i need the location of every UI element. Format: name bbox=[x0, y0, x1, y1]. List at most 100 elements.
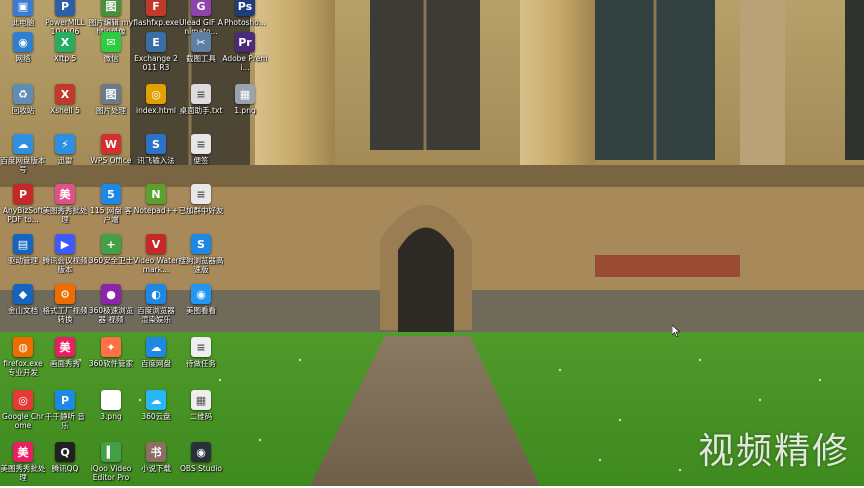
exchange-icon: E bbox=[146, 32, 166, 52]
desktop-icon[interactable]: ✉ 微信 bbox=[88, 28, 134, 78]
desktop-icon-label: Google Chrome bbox=[2, 412, 44, 430]
desktop-icon-label: Exchange 2011 R3 bbox=[134, 54, 178, 72]
desktop-icon[interactable]: ≡ 待做任务 bbox=[178, 333, 224, 383]
desktop-icon[interactable]: ◎ index.html bbox=[133, 80, 179, 130]
desktop-icon[interactable]: X Xshell 5 bbox=[42, 80, 88, 130]
desktop-icon[interactable]: 美美图秀秀批处理 bbox=[42, 180, 88, 230]
desktop-icon-label: 3.png bbox=[100, 412, 122, 421]
desktop-icon[interactable]: ▍ iQoo Video Editor Pro bbox=[88, 438, 134, 488]
desktop-icon-label: 腾讯QQ bbox=[51, 464, 79, 473]
desktop-icon-label: 360安全卫士 bbox=[88, 256, 134, 265]
desktop-icon-label: 搜狗浏览器高速版 bbox=[178, 256, 224, 274]
115-netdisk-icon: 5 bbox=[101, 184, 121, 204]
desktop-icon-label: 百度网盘版本号 bbox=[0, 156, 46, 174]
novel-download-icon: 书 bbox=[146, 442, 166, 462]
desktop-icon-label: flashfxp.exe bbox=[133, 18, 179, 27]
desktop-icon-label: 小说下载 bbox=[141, 464, 171, 473]
desktop-icon[interactable]: +360安全卫士 bbox=[88, 230, 134, 280]
meitu-xiuxiu-icon: 美 bbox=[55, 337, 75, 357]
desktop-icon[interactable]: ◐ 百度浏览器 渲染娱乐 bbox=[133, 280, 179, 330]
desktop-icon-label: index.html bbox=[136, 106, 176, 115]
desktop-icon[interactable]: 3.png bbox=[88, 386, 134, 436]
desktop-icon[interactable]: S 搜狗浏览器高速版 bbox=[178, 230, 224, 280]
desktop-icon[interactable]: ☁ 百度网盘 bbox=[133, 333, 179, 383]
pdf-converter-icon: P bbox=[13, 184, 33, 204]
desktop-icon[interactable]: ◉ 网络 bbox=[0, 28, 46, 78]
desktop-icon[interactable]: ☁ 百度网盘版本号 bbox=[0, 130, 46, 180]
desktop-icon[interactable]: ◉ 美图看看 bbox=[178, 280, 224, 330]
sticky-note-icon: ≡ bbox=[191, 134, 211, 154]
desktop-icon[interactable]: ▦ 1.png bbox=[222, 80, 268, 130]
desktop-icon[interactable]: ≡ 便签 bbox=[178, 130, 224, 180]
chrome-icon: ◎ bbox=[13, 390, 33, 410]
tencent-video-icon: ▶ bbox=[55, 234, 75, 254]
desktop-icon-label: Adobe Premi... bbox=[222, 54, 268, 72]
desktop-icon[interactable]: ✦ 360软件管家 bbox=[88, 333, 134, 383]
desktop-icon[interactable]: 图图片处理 bbox=[88, 80, 134, 130]
desktop-icon-label: OBS Studio bbox=[180, 464, 222, 473]
desktop-icon-label: 驱动管理 bbox=[8, 256, 38, 265]
desktop-icon[interactable]: 美画面秀秀 bbox=[42, 333, 88, 383]
desktop-icon[interactable]: 书小说下载 bbox=[133, 438, 179, 488]
meitu-batch2-icon: 美 bbox=[13, 442, 33, 462]
desktop-icon[interactable]: ◆ 金山文档 bbox=[0, 280, 46, 330]
desktop-icon[interactable]: P AnyBizSoft PDF to... bbox=[0, 180, 46, 230]
desktop-icon[interactable]: ☁ 360云盘 bbox=[133, 386, 179, 436]
desktop-icon[interactable]: 5 115 网盘 客户端 bbox=[88, 180, 134, 230]
video-editor-icon: ▍ bbox=[101, 442, 121, 462]
desktop-icon[interactable]: ▦ 二维码 bbox=[178, 386, 224, 436]
sogou-browser-icon: S bbox=[191, 234, 211, 254]
desktop-icon-label: 格式工厂视频转换 bbox=[42, 306, 88, 324]
desktop-icon[interactable]: N Notepad++ bbox=[133, 180, 179, 230]
desktop-icon-label: WPS Office bbox=[90, 156, 132, 165]
desktop-icon[interactable]: ◉ OBS Studio bbox=[178, 438, 224, 488]
desktop-icon-label: Photosho... bbox=[224, 18, 266, 27]
qq-icon: Q bbox=[55, 442, 75, 462]
desktop-icon[interactable]: V Video Watermark... bbox=[133, 230, 179, 280]
desktop-icon-label: 二维码 bbox=[189, 412, 213, 421]
kingsoft-doc-icon: ◆ bbox=[13, 284, 33, 304]
format-factory-icon: ⚙ bbox=[55, 284, 75, 304]
desktop-icon[interactable]: ◎ Google Chrome bbox=[0, 386, 46, 436]
desktop-icon[interactable]: ≡ 桌面助手.txt bbox=[178, 80, 224, 130]
photoshop-icon: Ps bbox=[235, 0, 255, 16]
desktop-icon[interactable]: Q 腾讯QQ bbox=[42, 438, 88, 488]
chrome-html-icon: ◎ bbox=[146, 84, 166, 104]
image-editor-icon: 图 bbox=[101, 0, 121, 16]
todo-doc-icon: ≡ bbox=[191, 337, 211, 357]
desktop-icon[interactable]: ⚡ 迅雷 bbox=[42, 130, 88, 180]
desktop-icon[interactable]: ✂ 截图工具 bbox=[178, 28, 224, 78]
desktop-icon[interactable]: Pr Adobe Premi... bbox=[222, 28, 268, 78]
image-process-icon: 图 bbox=[101, 84, 121, 104]
desktop-icon[interactable]: P 千千静听 音乐 bbox=[42, 386, 88, 436]
desktop-icon[interactable]: ⚙ 格式工厂视频转换 bbox=[42, 280, 88, 330]
desktop-icon-label: 美图看看 bbox=[186, 306, 216, 315]
network-icon: ◉ bbox=[13, 32, 33, 52]
desktop-icon-label: Xftp 5 bbox=[53, 54, 77, 63]
desktop-icon[interactable]: 美美图秀秀批处理 bbox=[0, 438, 46, 488]
driver-manager-icon: ▤ bbox=[13, 234, 33, 254]
desktop-icon-label: 金山文档 bbox=[8, 306, 38, 315]
obs-icon: ◉ bbox=[191, 442, 211, 462]
desktop-icon[interactable]: ≡ 已加群中好友 bbox=[178, 180, 224, 230]
desktop-icon[interactable]: X Xftp 5 bbox=[42, 28, 88, 78]
desktop-icon[interactable]: ▤ 驱动管理 bbox=[0, 230, 46, 280]
thunder-icon: ⚡ bbox=[55, 134, 75, 154]
desktop-icon[interactable]: ◍ firefox.exe 专业开发 bbox=[0, 333, 46, 383]
desktop-icon-label: 美图秀秀批处理 bbox=[0, 464, 46, 482]
360-software-icon: ✦ bbox=[101, 337, 121, 357]
desktop-icon[interactable]: S 讯飞输入法 bbox=[133, 130, 179, 180]
flashfxp-icon: F bbox=[146, 0, 166, 16]
desktop-icon[interactable]: W WPS Office bbox=[88, 130, 134, 180]
desktop-icon-label: 待做任务 bbox=[186, 359, 216, 368]
desktop-icon-label: 回收站 bbox=[11, 106, 35, 115]
iflytek-icon: S bbox=[146, 134, 166, 154]
desktop-icon-label: 图片处理 bbox=[96, 106, 126, 115]
desktop-icon[interactable]: ● 360极速浏览器 视频 bbox=[88, 280, 134, 330]
desktop-icon[interactable]: ♻ 回收站 bbox=[0, 80, 46, 130]
firefox-icon: ◍ bbox=[13, 337, 33, 357]
desktop-icon[interactable]: ▶ 腾讯会议视频版本 bbox=[42, 230, 88, 280]
mouse-cursor-icon bbox=[672, 325, 680, 337]
computer-icon: ▣ bbox=[13, 0, 33, 16]
desktop-icon[interactable]: E Exchange 2011 R3 bbox=[133, 28, 179, 78]
